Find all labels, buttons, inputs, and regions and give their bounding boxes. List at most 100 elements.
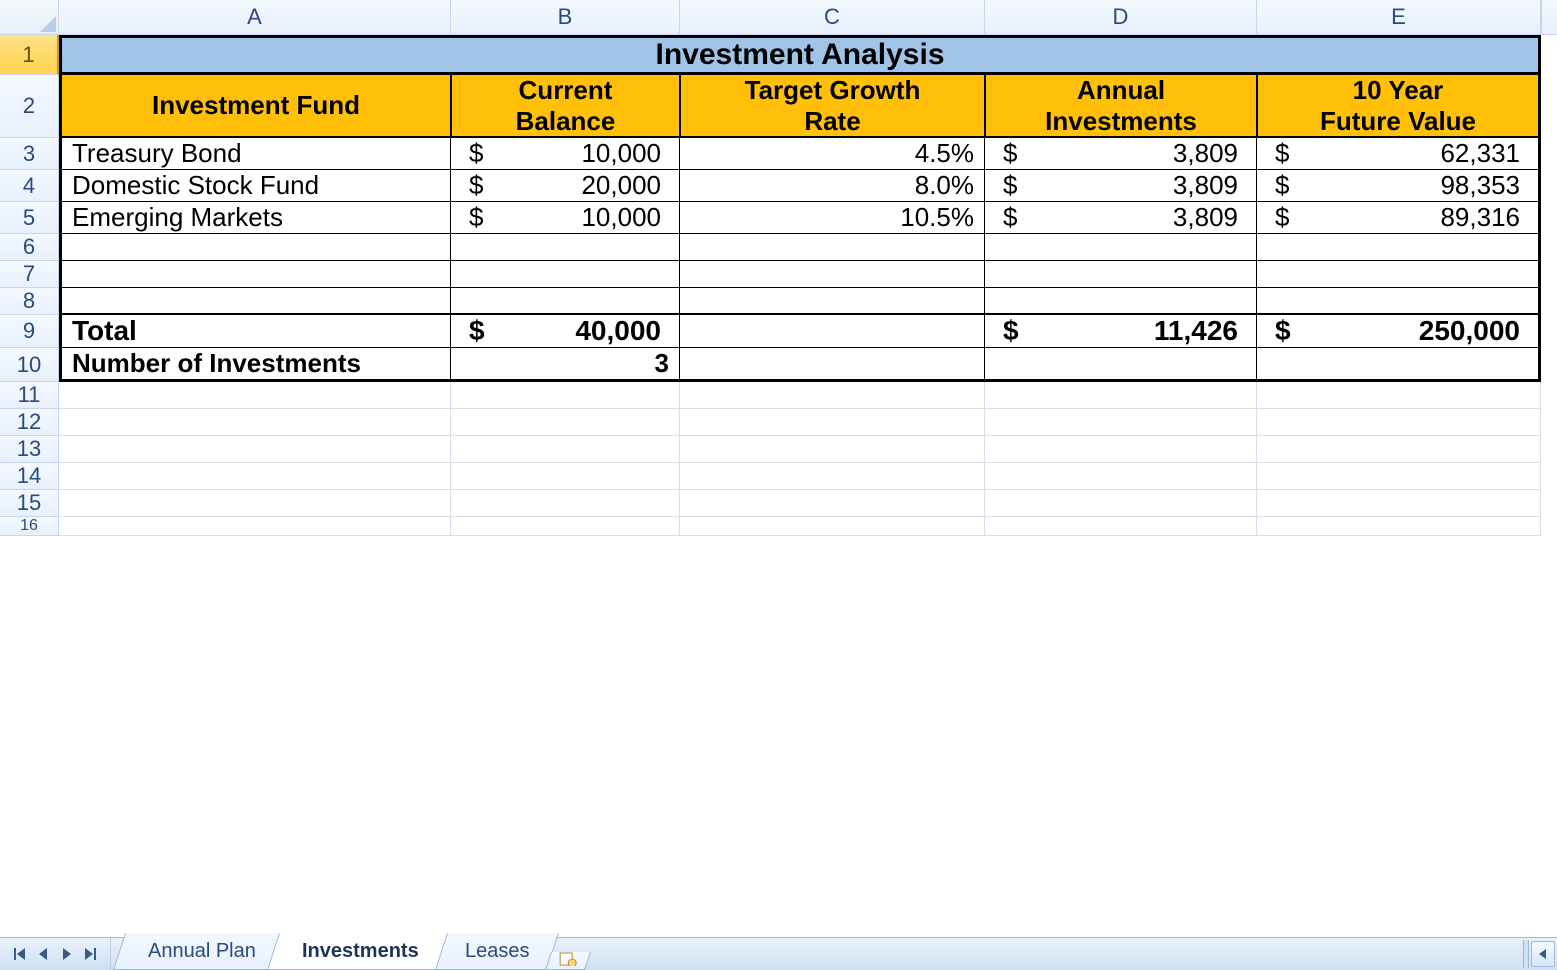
cell-e9[interactable]: $250,000 [1257, 315, 1541, 348]
col-header-d[interactable]: D [985, 0, 1257, 35]
tab-nav-next[interactable] [58, 945, 76, 963]
cell-a14[interactable] [59, 463, 451, 490]
cell-b9[interactable]: $40,000 [451, 315, 680, 348]
cell-e5[interactable]: $89,316 [1257, 202, 1541, 234]
cell-b16[interactable] [451, 517, 680, 536]
row-header-9[interactable]: 9 [0, 315, 59, 348]
tab-annual-plan[interactable]: Annual Plan [113, 933, 285, 970]
new-sheet-button[interactable] [545, 952, 591, 970]
cell-d8[interactable] [985, 288, 1257, 315]
cell-d14[interactable] [985, 463, 1257, 490]
cell-a6[interactable] [59, 234, 451, 261]
col-header-b[interactable]: B [451, 0, 680, 35]
cell-a16[interactable] [59, 517, 451, 536]
select-all-corner[interactable] [0, 0, 59, 35]
col-header-c[interactable]: C [680, 0, 985, 35]
cell-c4[interactable]: 8.0% [680, 170, 985, 202]
cell-c12[interactable] [680, 409, 985, 436]
cell-b4[interactable]: $20,000 [451, 170, 680, 202]
cell-c6[interactable] [680, 234, 985, 261]
cell-b8[interactable] [451, 288, 680, 315]
cell-c14[interactable] [680, 463, 985, 490]
cell-blank[interactable] [1541, 348, 1557, 382]
cell-d10[interactable] [985, 348, 1257, 382]
row-header-14[interactable]: 14 [0, 463, 59, 490]
row-header-10[interactable]: 10 [0, 348, 59, 382]
cell-blank[interactable] [1541, 315, 1557, 348]
row-header-15[interactable]: 15 [0, 490, 59, 517]
hscroll-left[interactable] [1531, 941, 1555, 967]
cell-d11[interactable] [985, 382, 1257, 409]
row-header-4[interactable]: 4 [0, 170, 59, 202]
cell-d9[interactable]: $11,426 [985, 315, 1257, 348]
cell-e13[interactable] [1257, 436, 1541, 463]
cell-blank[interactable] [1541, 409, 1557, 436]
cell-d7[interactable] [985, 261, 1257, 288]
cell-blank[interactable] [1541, 202, 1557, 234]
row-header-3[interactable]: 3 [0, 138, 59, 170]
cell-b6[interactable] [451, 234, 680, 261]
cell-e15[interactable] [1257, 490, 1541, 517]
cell-blank[interactable] [1541, 288, 1557, 315]
cell-e16[interactable] [1257, 517, 1541, 536]
cell-c10[interactable] [680, 348, 985, 382]
cell-c5[interactable]: 10.5% [680, 202, 985, 234]
cell-e14[interactable] [1257, 463, 1541, 490]
row-header-2[interactable]: 2 [0, 75, 59, 138]
cell-d3[interactable]: $3,809 [985, 138, 1257, 170]
cell-d4[interactable]: $3,809 [985, 170, 1257, 202]
cell-e11[interactable] [1257, 382, 1541, 409]
tab-splitter[interactable] [1523, 940, 1529, 968]
cell-d5[interactable]: $3,809 [985, 202, 1257, 234]
grid[interactable]: A B C D E 1 Investment Analysis 2 Invest… [0, 0, 1557, 536]
row-header-8[interactable]: 8 [0, 288, 59, 315]
tab-leases[interactable]: Leases [430, 933, 559, 970]
cell-d15[interactable] [985, 490, 1257, 517]
tab-nav-prev[interactable] [34, 945, 52, 963]
cell-a13[interactable] [59, 436, 451, 463]
tab-nav-last[interactable] [82, 945, 100, 963]
cell-b14[interactable] [451, 463, 680, 490]
cell-a8[interactable] [59, 288, 451, 315]
cell-a7[interactable] [59, 261, 451, 288]
cell-e6[interactable] [1257, 234, 1541, 261]
cell-b15[interactable] [451, 490, 680, 517]
cell-blank[interactable] [1541, 170, 1557, 202]
cell-e10[interactable] [1257, 348, 1541, 382]
cell-b12[interactable] [451, 409, 680, 436]
cell-b11[interactable] [451, 382, 680, 409]
cell-e7[interactable] [1257, 261, 1541, 288]
cell-b5[interactable]: $10,000 [451, 202, 680, 234]
cell-blank[interactable] [1541, 75, 1557, 138]
header-fund[interactable]: Investment Fund [59, 75, 451, 138]
tab-investments[interactable]: Investments [267, 933, 448, 970]
col-header-e[interactable]: E [1257, 0, 1541, 35]
cell-c15[interactable] [680, 490, 985, 517]
row-header-5[interactable]: 5 [0, 202, 59, 234]
cell-blank[interactable] [1541, 517, 1557, 536]
cell-blank[interactable] [1541, 234, 1557, 261]
cell-c8[interactable] [680, 288, 985, 315]
cell-b13[interactable] [451, 436, 680, 463]
cell-d6[interactable] [985, 234, 1257, 261]
row-header-7[interactable]: 7 [0, 261, 59, 288]
cell-a12[interactable] [59, 409, 451, 436]
cell-a4[interactable]: Domestic Stock Fund [59, 170, 451, 202]
row-header-12[interactable]: 12 [0, 409, 59, 436]
cell-blank[interactable] [1541, 463, 1557, 490]
row-header-6[interactable]: 6 [0, 234, 59, 261]
header-balance[interactable]: Current Balance [451, 75, 680, 138]
cell-a9[interactable]: Total [59, 315, 451, 348]
cell-b10[interactable]: 3 [451, 348, 680, 382]
header-future[interactable]: 10 Year Future Value [1257, 75, 1541, 138]
cell-blank[interactable] [1541, 436, 1557, 463]
header-annual[interactable]: Annual Investments [985, 75, 1257, 138]
cell-e8[interactable] [1257, 288, 1541, 315]
col-header-a[interactable]: A [59, 0, 451, 35]
cell-a5[interactable]: Emerging Markets [59, 202, 451, 234]
row-header-13[interactable]: 13 [0, 436, 59, 463]
cell-a3[interactable]: Treasury Bond [59, 138, 451, 170]
row-header-11[interactable]: 11 [0, 382, 59, 409]
cell-e3[interactable]: $62,331 [1257, 138, 1541, 170]
cell-a11[interactable] [59, 382, 451, 409]
